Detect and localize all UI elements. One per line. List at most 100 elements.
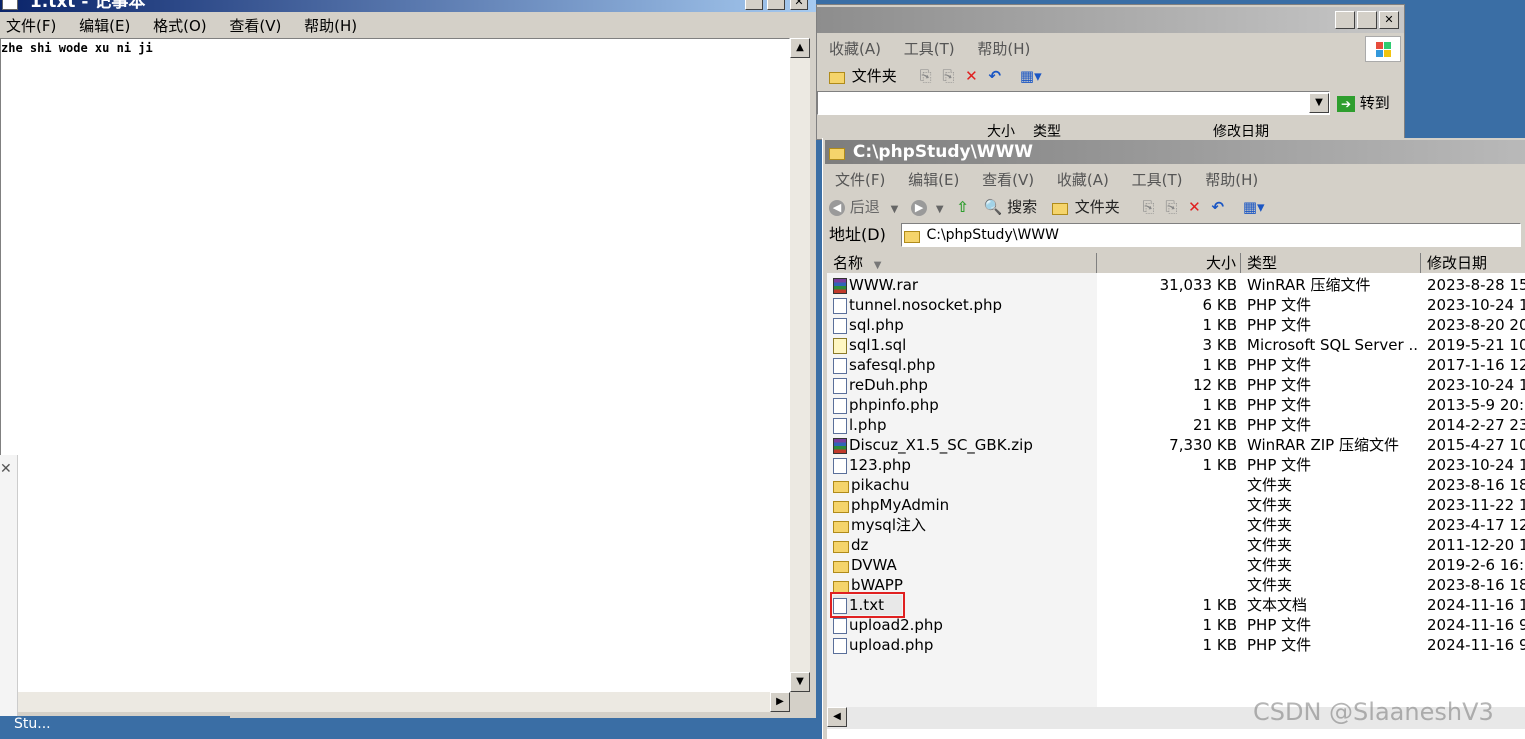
back-menu-tools[interactable]: 工具(T) <box>904 40 955 58</box>
file-row[interactable]: DVWA 文件夹 2019-2-6 16:1 <box>827 555 1525 575</box>
highlighted-file-name-cell[interactable]: 1.txt <box>830 592 905 618</box>
menu-favorites[interactable]: 收藏(A) <box>1057 171 1109 189</box>
file-name-cell[interactable]: dz <box>833 535 868 555</box>
file-row[interactable]: sql.php 1 KB PHP 文件 2023-8-20 20 <box>827 315 1525 335</box>
file-name-cell[interactable]: sql1.sql <box>833 335 906 355</box>
file-name-cell[interactable]: 123.php <box>833 455 911 475</box>
menu-file[interactable]: 文件(F) <box>835 171 885 189</box>
file-row[interactable]: phpMyAdmin 文件夹 2023-11-22 1 <box>827 495 1525 515</box>
menu-tools[interactable]: 工具(T) <box>1132 171 1183 189</box>
file-row[interactable]: WWW.rar 31,033 KB WinRAR 压缩文件 2023-8-28 15 <box>827 275 1525 295</box>
file-row[interactable]: tunnel.nosocket.php 6 KB PHP 文件 2023-10-24 … <box>827 295 1525 315</box>
back-col-size[interactable]: 大小 <box>987 121 1015 139</box>
folders-button[interactable]: 文件夹 <box>1051 198 1125 216</box>
maximize-button[interactable] <box>767 0 785 10</box>
back-button[interactable]: ◀ 后退 ▼ <box>829 198 903 216</box>
undo-icon[interactable]: ↶ <box>1211 198 1224 216</box>
file-name-cell[interactable]: Discuz_X1.5_SC_GBK.zip <box>833 435 1033 455</box>
column-header-name[interactable]: 名称 ▼ <box>827 253 1097 273</box>
file-name-cell[interactable]: tunnel.nosocket.php <box>833 295 1002 315</box>
file-row[interactable]: 123.php 1 KB PHP 文件 2023-10-24 1 <box>827 455 1525 475</box>
column-header-size[interactable]: 大小 <box>1097 253 1241 273</box>
move-to-icon[interactable]: ⎘ <box>920 67 932 85</box>
close-button[interactable]: ✕ <box>790 0 808 10</box>
copy-to-icon[interactable]: ⎘ <box>1165 198 1177 216</box>
menu-edit[interactable]: 编辑(E) <box>79 17 130 35</box>
file-row[interactable]: phpinfo.php 1 KB PHP 文件 2013-5-9 20:5 <box>827 395 1525 415</box>
file-row[interactable]: safesql.php 1 KB PHP 文件 2017-1-16 12 <box>827 355 1525 375</box>
menu-view[interactable]: 查看(V) <box>229 17 281 35</box>
back-minimize-button[interactable] <box>1335 11 1355 29</box>
file-row[interactable]: reDuh.php 12 KB PHP 文件 2023-10-24 16 <box>827 375 1525 395</box>
file-row[interactable]: bWAPP 文件夹 2023-8-16 18 <box>827 575 1525 595</box>
scroll-up-button[interactable]: ▲ <box>790 38 810 58</box>
notepad-title-bar[interactable]: 1.txt - 记事本 <box>0 0 816 12</box>
menu-help[interactable]: 帮助(H) <box>1205 171 1258 189</box>
menu-view[interactable]: 查看(V) <box>982 171 1034 189</box>
menu-help[interactable]: 帮助(H) <box>304 17 357 35</box>
move-to-icon[interactable]: ⎘ <box>1143 198 1155 216</box>
back-maximize-button[interactable] <box>1357 11 1377 29</box>
scroll-down-button[interactable]: ▼ <box>790 672 810 692</box>
scroll-left-button[interactable]: ◀ <box>827 707 847 727</box>
file-name-cell[interactable]: l.php <box>833 415 887 435</box>
views-icon[interactable]: ▦▾ <box>1243 198 1265 216</box>
undo-icon[interactable]: ↶ <box>989 67 1002 85</box>
file-row[interactable]: pikachu 文件夹 2023-8-16 18 <box>827 475 1525 495</box>
scroll-right-button[interactable]: ▶ <box>770 692 790 712</box>
search-button[interactable]: 🔍 搜索 <box>984 198 1042 216</box>
delete-icon[interactable]: ✕ <box>1188 198 1201 216</box>
notepad-horizontal-scrollbar[interactable]: ▶ <box>18 692 790 712</box>
back-explorer-title-bar[interactable] <box>817 7 1404 33</box>
fragment-close-icon[interactable]: ✕ <box>0 455 17 477</box>
file-name-cell[interactable]: pikachu <box>833 475 910 495</box>
explorer-title-bar[interactable]: C:\phpStudy\WWW <box>825 140 1525 164</box>
back-col-type[interactable]: 类型 <box>1033 121 1061 139</box>
notepad-text-area[interactable]: zhe shi wode xu ni ji <box>0 38 790 692</box>
file-row[interactable]: l.php 21 KB PHP 文件 2014-2-27 23 <box>827 415 1525 435</box>
back-close-button[interactable]: ✕ <box>1379 11 1399 29</box>
file-row[interactable]: sql1.sql 3 KB Microsoft SQL Server ... 2019… <box>827 335 1525 355</box>
column-header-date[interactable]: 修改日期 <box>1421 253 1525 273</box>
file-name-cell[interactable]: phpMyAdmin <box>833 495 949 515</box>
file-row[interactable]: upload2.php 1 KB PHP 文件 2024-11-16 9 <box>827 615 1525 635</box>
back-menu-favorites[interactable]: 收藏(A) <box>829 40 881 58</box>
file-name-cell[interactable]: WWW.rar <box>833 275 918 295</box>
address-field[interactable]: C:\phpStudy\WWW <box>901 223 1521 247</box>
file-name-cell[interactable]: upload2.php <box>833 615 943 635</box>
forward-button[interactable]: ▶ ▼ <box>911 198 948 216</box>
file-name-cell[interactable]: bWAPP <box>833 575 903 595</box>
menu-file[interactable]: 文件(F) <box>6 17 56 35</box>
file-name-cell[interactable]: reDuh.php <box>833 375 928 395</box>
delete-icon[interactable]: ✕ <box>965 67 978 85</box>
back-menu-help[interactable]: 帮助(H) <box>977 40 1030 58</box>
views-icon[interactable]: ▦▾ <box>1020 67 1042 85</box>
forward-dropdown-icon[interactable]: ▼ <box>936 204 944 215</box>
file-name-cell[interactable]: mysql注入 <box>833 515 926 535</box>
file-row[interactable]: upload.php 1 KB PHP 文件 2024-11-16 9 <box>827 635 1525 655</box>
copy-to-icon[interactable]: ⎘ <box>942 67 954 85</box>
file-row[interactable]: Discuz_X1.5_SC_GBK.zip 7,330 KB WinRAR ZIP… <box>827 435 1525 455</box>
file-row[interactable]: dz 文件夹 2011-12-20 16 <box>827 535 1525 555</box>
file-name-cell[interactable]: upload.php <box>833 635 933 655</box>
file-row[interactable]: 1.txt 1 KB 文本文档 2024-11-16 16 <box>827 592 1525 618</box>
size-grip[interactable] <box>790 692 810 712</box>
file-name-cell[interactable]: DVWA <box>833 555 897 575</box>
address-dropdown-button[interactable]: ▼ <box>1309 93 1329 113</box>
file-name-cell[interactable]: safesql.php <box>833 355 935 375</box>
up-folder-icon[interactable]: ⇧ <box>956 198 969 216</box>
back-folders-button[interactable]: 文件夹 <box>852 67 897 85</box>
menu-format[interactable]: 格式(O) <box>153 17 207 35</box>
column-header-type[interactable]: 类型 <box>1241 253 1421 273</box>
file-name-cell[interactable]: sql.php <box>833 315 904 335</box>
file-name-cell[interactable]: phpinfo.php <box>833 395 939 415</box>
notepad-vertical-scrollbar[interactable]: ▲ ▼ <box>790 38 810 692</box>
back-col-date[interactable]: 修改日期 <box>1213 121 1269 139</box>
taskbar-button[interactable]: Stu... <box>0 716 230 739</box>
file-row[interactable]: mysql注入 文件夹 2023-4-17 12 <box>827 515 1525 535</box>
menu-edit[interactable]: 编辑(E) <box>908 171 959 189</box>
back-address-field[interactable]: ▼ <box>817 91 1330 115</box>
back-dropdown-icon[interactable]: ▼ <box>891 204 899 215</box>
minimize-button[interactable] <box>745 0 763 10</box>
back-go-button[interactable]: ➔ 转到 <box>1337 91 1390 115</box>
